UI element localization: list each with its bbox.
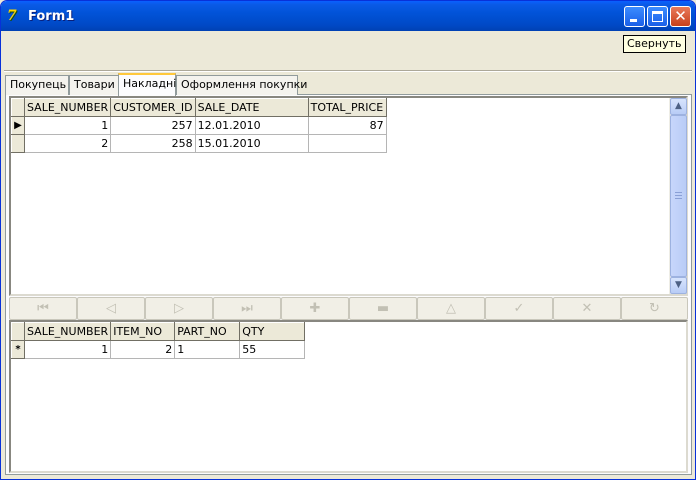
tab-purchase[interactable]: Оформлення покупки [176, 75, 307, 95]
close-icon: ✕ [674, 7, 687, 25]
nav-edit-button[interactable]: △ [417, 297, 485, 320]
nav-delete-button[interactable]: ▬ [349, 297, 417, 320]
maximize-icon [652, 11, 663, 22]
table-row[interactable]: 2 258 15.01.2010 [11, 134, 387, 153]
cell-total-price[interactable]: 87 [307, 116, 387, 135]
edit-record-icon: △ [446, 301, 456, 316]
sales-header-row: SALE_NUMBER CUSTOMER_ID SALE_DATE TOTAL_… [11, 98, 387, 117]
insert-record-icon: ✚ [309, 301, 321, 316]
sale-items-header-row: SALE_NUMBER ITEM_NO PART_NO QTY [11, 322, 306, 341]
maximize-button[interactable] [647, 6, 668, 27]
scroll-up-button[interactable]: ▲ [670, 98, 687, 115]
cell-qty[interactable]: 55 [239, 340, 306, 359]
nav-first-button[interactable]: ⏮ [9, 297, 77, 320]
nav-refresh-button[interactable]: ↻ [621, 297, 688, 320]
header-indicator [11, 98, 25, 117]
window-title: Form1 [28, 9, 75, 24]
title-bar[interactable]: 7 Form1 ✕ [1, 1, 695, 31]
next-record-icon: ▷ [174, 301, 184, 316]
column-header-customer-id[interactable]: CUSTOMER_ID [110, 98, 196, 117]
sales-vertical-scrollbar[interactable]: ▲ ▼ [669, 98, 687, 294]
table-row[interactable]: * 1 2 1 55 [11, 340, 306, 359]
column-header-total-price[interactable]: TOTAL_PRICE [307, 98, 387, 117]
delete-record-icon: ▬ [376, 301, 390, 316]
first-record-icon: ⏮ [37, 301, 49, 316]
tab-invoices[interactable]: Накладні [118, 73, 176, 96]
column-header-qty[interactable]: QTY [239, 322, 306, 341]
column-header-sale-number[interactable]: SALE_NUMBER [23, 322, 112, 341]
post-edit-icon: ✓ [513, 301, 525, 316]
top-panel-divider [4, 70, 692, 72]
cell-sale-date[interactable]: 12.01.2010 [194, 116, 309, 135]
cell-total-price[interactable] [307, 134, 387, 153]
prior-record-icon: ◁ [106, 301, 116, 316]
insert-row-indicator[interactable]: * [11, 340, 25, 359]
header-indicator [11, 322, 25, 341]
cell-customer-id[interactable]: 258 [110, 134, 196, 153]
scroll-thumb[interactable] [670, 115, 687, 277]
cell-customer-id[interactable]: 257 [110, 116, 196, 135]
minimize-button[interactable] [624, 6, 645, 27]
sale-items-grid[interactable]: SALE_NUMBER ITEM_NO PART_NO QTY * 1 2 1 … [9, 320, 688, 473]
cell-sale-number[interactable]: 2 [23, 134, 112, 153]
scroll-down-button[interactable]: ▼ [670, 277, 687, 294]
nav-next-button[interactable]: ▷ [145, 297, 213, 320]
cell-item-no[interactable]: 2 [110, 340, 176, 359]
refresh-data-icon: ↻ [649, 301, 660, 316]
sale-items-table: SALE_NUMBER ITEM_NO PART_NO QTY * 1 2 1 … [11, 322, 306, 359]
close-button[interactable]: ✕ [670, 6, 691, 27]
main-window: 7 Form1 ✕ Свернуть Покупець Товари Накла… [0, 0, 696, 480]
column-header-part-no[interactable]: PART_NO [174, 322, 241, 341]
current-row-indicator[interactable]: ▶ [11, 116, 25, 135]
cell-sale-number[interactable]: 1 [23, 340, 112, 359]
column-header-sale-number[interactable]: SALE_NUMBER [23, 98, 112, 117]
nav-prior-button[interactable]: ◁ [77, 297, 145, 320]
nav-insert-button[interactable]: ✚ [281, 297, 349, 320]
minimize-icon [630, 19, 637, 22]
column-header-item-no[interactable]: ITEM_NO [110, 322, 176, 341]
db-navigator: ⏮ ◁ ▷ ⏭ ✚ ▬ △ ✓ ✕ ↻ [9, 297, 688, 320]
column-header-sale-date[interactable]: SALE_DATE [194, 98, 309, 117]
sales-table: SALE_NUMBER CUSTOMER_ID SALE_DATE TOTAL_… [11, 98, 387, 153]
chevron-down-icon: ▼ [675, 280, 682, 290]
nav-cancel-button[interactable]: ✕ [553, 297, 621, 320]
tab-customers[interactable]: Покупець [5, 75, 69, 95]
nav-last-button[interactable]: ⏭ [213, 297, 281, 320]
chevron-up-icon: ▲ [675, 101, 682, 111]
minimize-tooltip: Свернуть [623, 35, 686, 53]
cell-sale-number[interactable]: 1 [23, 116, 112, 135]
cell-sale-date[interactable]: 15.01.2010 [194, 134, 309, 153]
grip-icon [675, 192, 682, 199]
cell-part-no[interactable]: 1 [174, 340, 241, 359]
cancel-edit-icon: ✕ [581, 301, 593, 316]
table-row[interactable]: ▶ 1 257 12.01.2010 87 [11, 116, 387, 135]
tab-goods[interactable]: Товари [69, 75, 119, 95]
sales-grid[interactable]: SALE_NUMBER CUSTOMER_ID SALE_DATE TOTAL_… [9, 96, 688, 296]
last-record-icon: ⏭ [241, 301, 253, 316]
row-indicator[interactable] [11, 134, 25, 153]
delphi-app-icon: 7 [7, 8, 17, 24]
nav-post-button[interactable]: ✓ [485, 297, 553, 320]
